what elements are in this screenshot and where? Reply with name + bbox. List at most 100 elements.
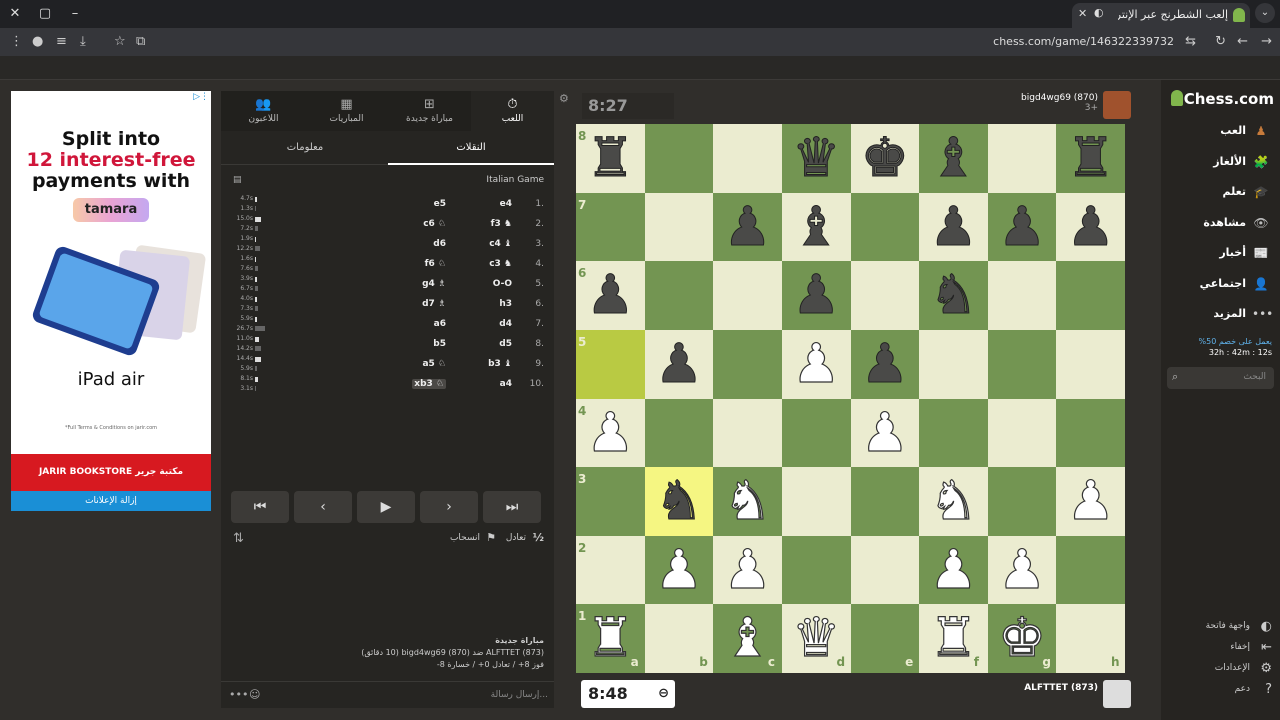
white-move[interactable]: b3 ♝ bbox=[488, 359, 512, 369]
scrollbar[interactable] bbox=[1265, 60, 1275, 715]
black-move[interactable]: a5 ♘ bbox=[422, 359, 446, 369]
ad-choices-icon[interactable]: ▷⋮ bbox=[193, 92, 209, 102]
white-piece-c3[interactable]: ♞ bbox=[713, 467, 782, 536]
remove-ads-button[interactable]: إزالة الإعلانات bbox=[11, 491, 211, 511]
player-name[interactable]: ALFTTET (873) bbox=[1024, 683, 1098, 693]
square-f5[interactable] bbox=[919, 329, 988, 399]
close-window-icon[interactable]: ✕ bbox=[6, 5, 24, 23]
play-button[interactable]: ▶ bbox=[357, 491, 415, 523]
black-move[interactable]: e5 bbox=[434, 199, 446, 209]
black-piece-f8[interactable]: ♝ bbox=[919, 124, 988, 193]
nav-item[interactable]: 🧩 الألغاز bbox=[1161, 151, 1280, 175]
next-move-button[interactable]: › bbox=[420, 491, 478, 523]
square-d4[interactable] bbox=[781, 398, 851, 468]
nav-item[interactable]: 👁 مشاهدة bbox=[1161, 212, 1280, 236]
black-move[interactable]: g4 ♗ bbox=[422, 279, 446, 289]
back-icon[interactable]: ← bbox=[1237, 34, 1248, 49]
tab-close-icon[interactable]: ✕ bbox=[1078, 7, 1087, 20]
white-piece-f3[interactable]: ♞ bbox=[919, 467, 988, 536]
promo-banner[interactable]: %50 يعمل على خصم 32h : 42m : 12s bbox=[1199, 336, 1272, 358]
nav-bottom-item[interactable]: ⚙ الإعدادات bbox=[1161, 659, 1280, 679]
url-bar[interactable]: chess.com/game/146322339732 bbox=[993, 35, 1174, 48]
nav-item[interactable]: 👤 اجتماعي bbox=[1161, 273, 1280, 297]
reload-icon[interactable]: ↻ bbox=[1215, 34, 1226, 49]
square-e7[interactable] bbox=[850, 192, 920, 262]
previous-move-button[interactable]: ‹ bbox=[294, 491, 352, 523]
black-piece-h7[interactable]: ♟ bbox=[1056, 193, 1125, 262]
tab-info[interactable]: معلومات bbox=[222, 131, 388, 165]
black-piece-e5[interactable]: ♟ bbox=[851, 330, 920, 399]
nav-bottom-item[interactable]: ⇤ إخفاء bbox=[1161, 638, 1280, 658]
player-avatar[interactable] bbox=[1103, 680, 1131, 708]
black-piece-f6[interactable]: ♞ bbox=[919, 261, 988, 330]
black-piece-d6[interactable]: ♟ bbox=[782, 261, 851, 330]
nav-bottom-item[interactable]: ? دعم bbox=[1161, 680, 1280, 700]
opponent-name[interactable]: bigd4wg69 (870) bbox=[1021, 93, 1098, 103]
reading-list-icon[interactable]: ≡ bbox=[56, 34, 67, 49]
black-piece-a6[interactable]: ♟ bbox=[576, 261, 645, 330]
white-piece-d5[interactable]: ♟ bbox=[782, 330, 851, 399]
square-g5[interactable] bbox=[987, 329, 1057, 399]
tab-players[interactable]: 👥 اللاعبون bbox=[222, 91, 305, 131]
square-c8[interactable] bbox=[713, 124, 782, 193]
white-piece-a4[interactable]: ♟ bbox=[576, 399, 645, 468]
draw-button[interactable]: تعادل bbox=[506, 533, 526, 543]
bookmark-star-icon[interactable]: ☆ bbox=[114, 34, 126, 49]
white-piece-g2[interactable]: ♟ bbox=[988, 536, 1057, 605]
black-move[interactable]: d6 bbox=[433, 239, 446, 249]
chess-logo[interactable]: Chess.com bbox=[1170, 90, 1274, 108]
square-c6[interactable] bbox=[713, 261, 782, 330]
white-piece-h3[interactable]: ♟ bbox=[1056, 467, 1125, 536]
square-e6[interactable] bbox=[850, 261, 920, 330]
site-settings-icon[interactable]: ⇆ bbox=[1185, 34, 1196, 49]
square-b6[interactable] bbox=[644, 261, 714, 330]
minimize-window-icon[interactable]: – bbox=[66, 5, 84, 23]
chat-input[interactable]: إرسال رسالة... bbox=[491, 690, 548, 700]
nav-bottom-item[interactable]: ◐ واجهة فاتحة bbox=[1161, 617, 1280, 637]
black-piece-d8[interactable]: ♛ bbox=[782, 124, 851, 193]
square-b4[interactable] bbox=[644, 398, 714, 468]
white-move[interactable]: O-O bbox=[493, 279, 512, 289]
tab-games[interactable]: ▦ المباريات bbox=[305, 91, 388, 131]
tab-new-game[interactable]: ⊞ مباراة جديدة bbox=[388, 91, 471, 131]
black-move[interactable]: d7 ♗ bbox=[422, 299, 446, 309]
white-piece-d1[interactable]: ♛ bbox=[782, 604, 851, 673]
white-piece-a1[interactable]: ♜ bbox=[576, 604, 645, 673]
last-move-button[interactable]: ⏭ bbox=[483, 491, 541, 523]
square-b7[interactable] bbox=[644, 192, 714, 262]
share-icon[interactable]: ⧉ bbox=[136, 34, 145, 49]
forward-icon[interactable]: → bbox=[1261, 34, 1272, 49]
white-move[interactable]: c3 ♞ bbox=[489, 259, 512, 269]
resign-button[interactable]: انسحاب bbox=[450, 533, 480, 543]
black-piece-e8[interactable]: ♚ bbox=[851, 124, 920, 193]
nav-item[interactable]: ••• المزيد bbox=[1161, 303, 1280, 327]
square-e3[interactable] bbox=[850, 467, 920, 536]
black-piece-b5[interactable]: ♟ bbox=[645, 330, 714, 399]
flip-board-icon[interactable]: ⇅ bbox=[233, 531, 244, 546]
square-c5[interactable] bbox=[713, 329, 782, 399]
black-move[interactable]: f6 ♘ bbox=[425, 259, 446, 269]
white-move[interactable]: h3 bbox=[499, 299, 512, 309]
emoji-icon[interactable]: ☺ bbox=[249, 688, 260, 701]
chat-box[interactable]: ••• ☺ إرسال رسالة... bbox=[221, 681, 554, 708]
tab-play[interactable]: ⏱ اللعب bbox=[471, 91, 554, 131]
white-move[interactable]: a4 bbox=[500, 379, 512, 389]
browser-tab[interactable]: إلعب الشطرنج عبر الإنترنت ◐ ✕ bbox=[1072, 3, 1250, 28]
white-move[interactable]: f3 ♞ bbox=[491, 219, 512, 229]
black-piece-d7[interactable]: ♝ bbox=[782, 193, 851, 262]
square-g3[interactable] bbox=[987, 467, 1057, 536]
white-piece-e4[interactable]: ♟ bbox=[851, 399, 920, 468]
black-piece-g7[interactable]: ♟ bbox=[988, 193, 1057, 262]
square-h5[interactable] bbox=[1056, 329, 1125, 399]
white-move[interactable]: e4 bbox=[500, 199, 512, 209]
black-move[interactable]: xb3 ♘ bbox=[412, 379, 446, 389]
white-piece-b2[interactable]: ♟ bbox=[645, 536, 714, 605]
square-d2[interactable] bbox=[781, 535, 851, 605]
tab-audio-icon[interactable]: ◐ bbox=[1094, 6, 1104, 19]
white-piece-f1[interactable]: ♜ bbox=[919, 604, 988, 673]
nav-item[interactable]: 📰 أخبار bbox=[1161, 242, 1280, 266]
black-piece-h8[interactable]: ♜ bbox=[1056, 124, 1125, 193]
tab-moves[interactable]: النقلات bbox=[388, 131, 554, 165]
nav-item[interactable]: 🎓 تعلم bbox=[1161, 181, 1280, 205]
advertisement[interactable]: ▷⋮ Split into 12 interest-free payments … bbox=[11, 91, 211, 511]
